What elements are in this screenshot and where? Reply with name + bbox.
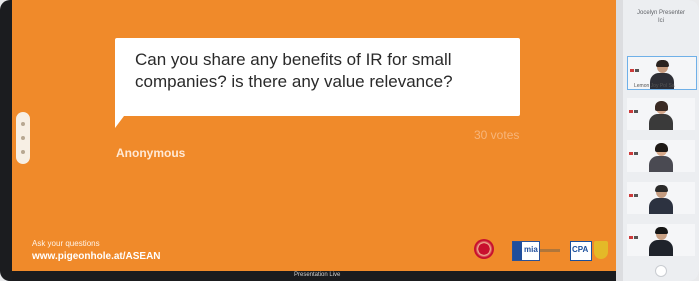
participant-tile[interactable] [627, 140, 695, 172]
control-dot-icon[interactable] [21, 136, 25, 140]
bubble-tail [115, 112, 127, 128]
presentation-slide: Can you share any benefits of IR for sma… [12, 0, 616, 281]
status-indicators [630, 59, 640, 77]
participant-avatar [649, 185, 673, 214]
participant-tile[interactable] [627, 182, 695, 214]
logo-divider [540, 249, 560, 252]
question-author: Anonymous [116, 146, 186, 160]
participant-tile[interactable]: Lemon Joy Pol Sa [627, 56, 697, 90]
participant-tile[interactable] [627, 224, 695, 256]
ask-prompt: Ask your questions [32, 239, 100, 248]
pigeonhole-url[interactable]: www.pigeonhole.at/ASEAN [32, 251, 161, 262]
participant-tile[interactable] [627, 98, 695, 130]
vote-count: 30 votes [474, 128, 520, 142]
status-indicators [629, 184, 639, 202]
participant-avatar [649, 143, 673, 172]
mia-logo: mia [512, 241, 540, 261]
control-dot-icon[interactable] [21, 150, 25, 154]
participant-avatar [649, 101, 673, 130]
mia-logo-text: mia [524, 245, 538, 254]
status-indicators [629, 142, 639, 160]
sponsor-logos: mia CPA [470, 235, 615, 265]
slide-side-controls[interactable] [16, 112, 30, 164]
panel-title-name: Jocelyn Presenter [636, 10, 686, 16]
more-participants-button[interactable] [655, 265, 667, 277]
red-emblem-logo [474, 239, 494, 259]
participants-panel: Jocelyn Presenter Ici Lemon Joy Pol Sa [623, 0, 699, 281]
status-indicators [629, 100, 639, 118]
panel-title: Jocelyn Presenter Ici [631, 9, 691, 25]
presentation-status-bar: Presentation Live [12, 271, 616, 281]
panel-title-sub: Ici [658, 18, 664, 24]
app-window: Can you share any benefits of IR for sma… [0, 0, 699, 281]
control-dot-icon[interactable] [21, 122, 25, 126]
status-indicators [629, 226, 639, 244]
status-bar-label: Presentation Live [294, 272, 341, 278]
participant-name: Lemon Joy Pol Sa [634, 83, 675, 89]
cpa-logo-text: CPA [572, 245, 589, 254]
question-text: Can you share any benefits of IR for sma… [135, 50, 453, 91]
crest-logo [594, 241, 608, 259]
cpa-logo: CPA [570, 241, 592, 261]
participant-avatar [649, 227, 673, 256]
